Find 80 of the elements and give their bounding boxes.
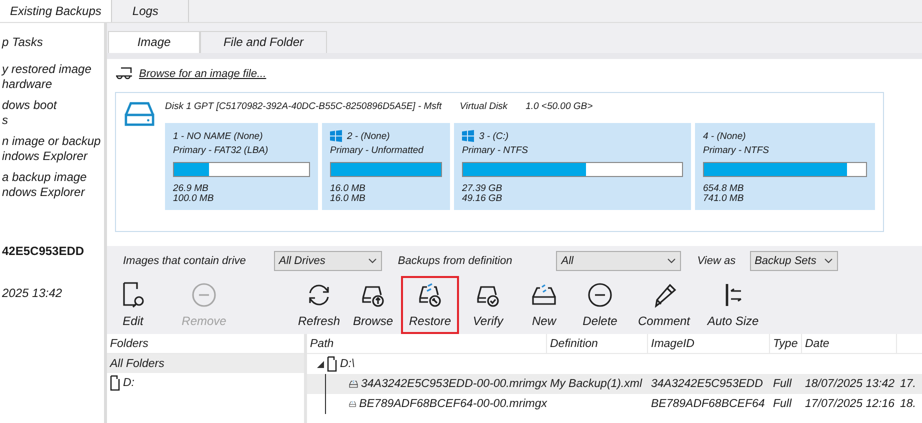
used-size: 26.9 MB (173, 184, 210, 194)
partition-card[interactable]: 1 - NO NAME (None) Primary - FAT32 (LBA) 26.9 MB 100.0 MB (165, 123, 318, 210)
backup-row[interactable]: BE789ADF68BCEF64-00-00.mrimgx BE789ADF68BCEF64 Full 17/07/2025 12:16 18. (307, 394, 922, 414)
table-cell: 17/07/2025 12:16 (805, 398, 895, 410)
task-link[interactable]: a backup image ndows Explorer (2, 170, 104, 200)
partition-name: 1 - NO NAME (None) (173, 130, 263, 142)
partition-type: Primary - NTFS (462, 144, 528, 156)
filter-dropdown[interactable]: Backup Sets (750, 251, 838, 271)
disk-type: Virtual Disk (460, 101, 508, 114)
filter-label: View as (697, 255, 736, 267)
disk-title: Disk 1 GPT [C5170982-392A-40DC-B55C-8250896D5A5E] - Msft (165, 101, 442, 114)
tab[interactable]: File and Folder (200, 31, 327, 53)
toolbar-button[interactable]: Comment (631, 276, 697, 334)
partition-type: Primary - NTFS (703, 144, 769, 156)
partition-type: Primary - FAT32 (LBA) (173, 144, 268, 156)
partition-card[interactable]: 2 - (None) Primary - Unformatted 16.0 MB 16.0 MB (322, 123, 450, 210)
total-size: 100.0 MB (173, 194, 215, 204)
task-link[interactable]: y restored image hardware (2, 62, 104, 92)
backup-row[interactable]: 34A3242E5C953EDD-00-00.mrimgx My Backup(1).xml 34A3242E5C953EDD Full 18/07/2025 13:42 17. (307, 374, 922, 394)
column-header[interactable]: Definition (547, 334, 648, 354)
toolbar-button[interactable]: Browse (351, 276, 395, 334)
hard-drive-icon (124, 101, 155, 127)
folder-item[interactable]: D: (107, 373, 304, 392)
toolbar-button[interactable]: Delete (575, 276, 625, 334)
total-size: 49.16 GB (462, 194, 504, 204)
minus-circle-icon (189, 280, 219, 310)
glasses-icon (115, 67, 133, 81)
column-header[interactable]: Date (802, 334, 897, 354)
partition-type: Primary - Unformatted (330, 144, 424, 156)
document-icon (327, 356, 337, 372)
toolbar-button[interactable]: Edit (111, 276, 155, 334)
table-cell: 18. (900, 398, 916, 410)
toolbar-button[interactable]: Refresh (293, 276, 345, 334)
toolbar-button[interactable]: Verify (463, 276, 513, 334)
folder-item[interactable]: All Folders (107, 354, 304, 373)
total-size: 741.0 MB (703, 194, 745, 204)
column-header[interactable]: ImageID (648, 334, 770, 354)
minus-circle-icon (585, 280, 615, 310)
tab[interactable]: Image (108, 31, 200, 53)
partition-card[interactable]: 4 - (None) Primary - NTFS 654.8 MB 741.0 MB (695, 123, 875, 210)
partition-card[interactable]: 3 - (C:) Primary - NTFS 27.39 GB 49.16 GB (454, 123, 691, 210)
filter-label: Images that contain drive (123, 255, 246, 267)
column-header[interactable]: Path (307, 334, 547, 354)
filter-dropdown[interactable]: All (556, 251, 682, 271)
table-cell: 34A3242E5C953EDD (651, 378, 763, 390)
image-id-text: 42E5C953EDD (2, 244, 86, 259)
table-cell: BE789ADF68BCEF64-00-00.mrimgx (359, 398, 547, 410)
table-cell: My Backup(1).xml (550, 378, 642, 390)
expanded-triangle-icon[interactable] (317, 360, 324, 368)
panel-heading: p Tasks (2, 35, 44, 50)
chevron-down-icon (824, 258, 833, 264)
partition-name: 4 - (None) (703, 130, 746, 142)
toolbar-button[interactable]: Restore (401, 276, 459, 334)
table-cell: 17. (900, 378, 916, 390)
chevron-down-icon (368, 258, 377, 264)
toolbar-button[interactable]: New (519, 276, 569, 334)
task-link[interactable]: dows boot s (2, 98, 104, 128)
filter-label: Backups from definition (398, 255, 512, 267)
disk-size: 1.0 <50.00 GB> (526, 101, 593, 114)
total-size: 16.0 MB (330, 194, 366, 204)
browse-link[interactable]: Browse for an image file... (139, 68, 266, 80)
filter-dropdown[interactable]: All Drives (274, 251, 382, 271)
table-cell: Full (773, 398, 792, 410)
date-text: 2025 13:42 (2, 286, 64, 301)
tree-node[interactable]: D:\ (340, 358, 355, 370)
partition-name: 2 - (None) (347, 130, 390, 142)
used-size: 27.39 GB (462, 184, 504, 194)
table-cell: 34A3242E5C953EDD-00-00.mrimgx (360, 378, 547, 390)
column-header[interactable]: Type (770, 334, 802, 354)
table-cell: BE789ADF68BCEF64 (651, 398, 765, 410)
used-size: 654.8 MB (703, 184, 745, 194)
document-icon (110, 374, 120, 390)
table-cell: 18/07/2025 13:42 (805, 378, 895, 390)
tab[interactable]: Existing Backups (0, 0, 112, 22)
chevron-down-icon (667, 258, 676, 264)
task-link[interactable]: n image or backup indows Explorer (2, 134, 104, 164)
toolbar-button[interactable]: Auto Size (703, 276, 763, 334)
used-size: 16.0 MB (330, 184, 366, 194)
table-cell: Full (773, 378, 792, 390)
partition-name: 3 - (C:) (479, 130, 509, 142)
